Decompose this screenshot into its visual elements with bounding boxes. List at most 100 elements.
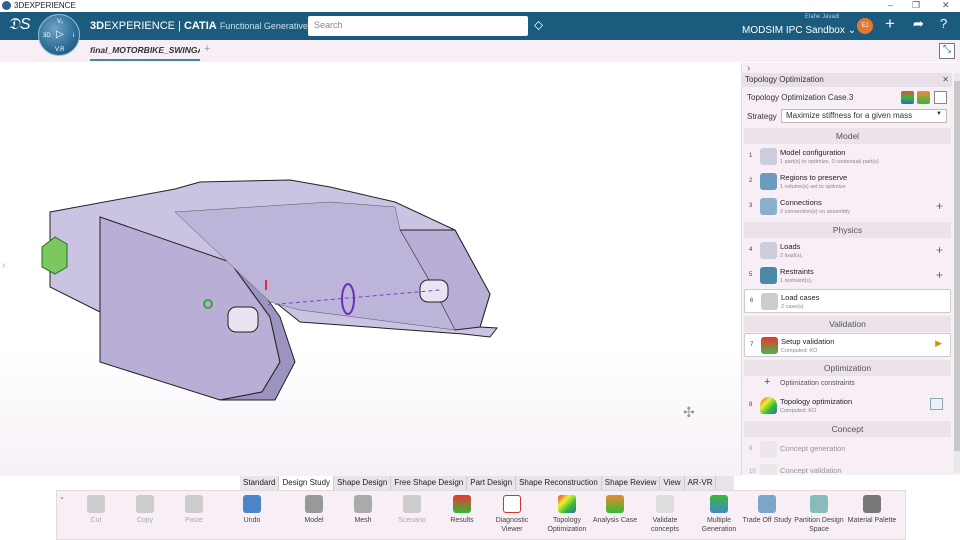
scrollbar-thumb[interactable]: [954, 81, 960, 451]
item-number: 8: [749, 402, 753, 408]
panel-scrollbar[interactable]: [954, 73, 960, 473]
section-model: Model: [744, 128, 951, 144]
results-table-icon[interactable]: [930, 398, 943, 410]
add-icon[interactable]: +: [936, 243, 943, 257]
tab-document[interactable]: final_MOTORBIKE_SWINGA: [90, 45, 200, 61]
list-item[interactable]: 8 Topology optimization Computed: KO: [744, 394, 951, 418]
new-tab-button[interactable]: +: [204, 43, 210, 55]
cut-icon: [87, 495, 105, 513]
add-icon[interactable]: +: [885, 14, 895, 34]
workspace-name: MODSIM IPC Sandbox: [742, 25, 845, 36]
tool-trade-off-study[interactable]: Trade Off Study: [742, 495, 792, 525]
concept-validation-icon: [760, 464, 777, 475]
section-concept: Concept: [744, 421, 951, 437]
list-item[interactable]: 2 Regions to preserve 1 volume(s) set to o…: [744, 170, 951, 194]
user-name: Elahe Javadi: [805, 14, 840, 20]
swingarm-model[interactable]: [0, 62, 741, 476]
app-logo-icon: [2, 1, 11, 10]
toolbar-tab[interactable]: View: [660, 476, 685, 490]
model-icon: [305, 495, 323, 513]
section-optimization: Optimization: [744, 360, 951, 376]
tool-copy[interactable]: Copy: [120, 495, 170, 525]
toolbar-tab[interactable]: Shape Reconstruction: [516, 476, 602, 490]
item-status: 2 connection(s) on assembly: [780, 209, 851, 215]
table-icon[interactable]: [934, 91, 947, 104]
toolbar-tab[interactable]: Standard: [240, 476, 280, 490]
item-number: 5: [749, 272, 753, 278]
optimization-constraints-link[interactable]: Optimization constraints: [780, 380, 855, 387]
list-item[interactable]: 4 Loads 2 load(s), +: [744, 239, 951, 263]
compass-right: i: [73, 33, 75, 39]
tool-undo[interactable]: Undo: [227, 495, 277, 525]
search-input[interactable]: Search: [308, 16, 528, 36]
mesh-icon: [354, 495, 372, 513]
item-number: 6: [750, 298, 754, 304]
item-title: Regions to preserve: [780, 173, 848, 182]
tool-material-palette[interactable]: Material Palette: [847, 495, 897, 525]
tool-model[interactable]: Model: [289, 495, 339, 525]
strategy-select[interactable]: Maximize stiffness for a given mass ▼: [781, 109, 947, 123]
tool-mesh[interactable]: Mesh: [338, 495, 388, 525]
toolbar-tab[interactable]: Free Shape Design: [391, 476, 468, 490]
tool-diagnostic-viewer[interactable]: Diagnostic Viewer: [487, 495, 537, 534]
close-panel-icon[interactable]: ✕: [942, 75, 949, 84]
expand-left-icon[interactable]: ›: [2, 260, 5, 271]
compute-icon[interactable]: [901, 91, 914, 104]
list-item[interactable]: 7 Setup validation Computed: KO ▶: [744, 333, 951, 357]
list-item: 9 Concept generation: [744, 438, 951, 462]
close-window-button[interactable]: ✕: [942, 0, 950, 11]
results-icon[interactable]: [917, 91, 930, 104]
toolbar-tab[interactable]: Part Design: [467, 476, 517, 490]
workspace-selector[interactable]: MODSIM IPC Sandbox ⌄: [742, 25, 856, 36]
list-item[interactable]: 3 Connections 2 connection(s) on assembly +: [744, 195, 951, 219]
tool-paste[interactable]: Paste: [169, 495, 219, 525]
collapse-icon[interactable]: ⤡: [939, 43, 955, 59]
3d-viewport[interactable]: › ✣: [0, 62, 741, 476]
add-icon[interactable]: +: [764, 376, 770, 388]
tool-topology-optimization[interactable]: Topology Optimization: [542, 495, 592, 534]
tool-analysis-case[interactable]: Analysis Case: [590, 495, 640, 525]
share-icon[interactable]: ➦: [913, 16, 924, 32]
toolbar-expand-icon[interactable]: ⌄: [59, 493, 65, 501]
toolbar-tab[interactable]: Shape Design: [334, 476, 392, 490]
item-title: Load cases: [781, 293, 820, 302]
item-status: 2 load(s),: [780, 253, 803, 259]
help-icon[interactable]: ?: [940, 16, 947, 31]
window-titlebar: 3DEXPERIENCE – ❐ ✕: [0, 0, 960, 12]
brand-rest: EXPERIENCE |: [104, 20, 184, 32]
partition-design-space-icon: [810, 495, 828, 513]
list-item[interactable]: 6 Load cases 2 case(s): [744, 289, 951, 313]
tool-partition-design-space[interactable]: Partition Design Space: [794, 495, 844, 534]
compass-widget[interactable]: V₂ 3D ▷ i V.R: [38, 14, 80, 56]
tool-validate-concepts[interactable]: Validate concepts: [640, 495, 690, 534]
tag-icon[interactable]: ⬦: [534, 17, 543, 33]
tool-results[interactable]: Results: [437, 495, 487, 525]
item-title: Concept generation: [780, 444, 846, 453]
item-number: 4: [749, 247, 753, 253]
copy-icon: [136, 495, 154, 513]
item-status: 1 part(s) to optimize, 0 contextual part…: [780, 159, 879, 165]
run-icon[interactable]: ▶: [935, 338, 942, 349]
list-item: 10 Concept validation: [744, 461, 951, 475]
results-icon: [453, 495, 471, 513]
chevron-down-icon: ▼: [936, 111, 942, 117]
toolbar-tab[interactable]: AR-VR: [685, 476, 717, 490]
tool-scenario[interactable]: Scenario: [387, 495, 437, 525]
toolbar-tab[interactable]: Design Study: [279, 476, 335, 490]
minimize-button[interactable]: –: [888, 0, 893, 10]
tool-multiple-generation[interactable]: Multiple Generation: [694, 495, 744, 534]
toolbar-tab[interactable]: Shape Review: [602, 476, 661, 490]
item-number: 7: [750, 342, 754, 348]
add-icon[interactable]: +: [936, 199, 943, 213]
tool-label: Copy: [136, 517, 154, 524]
tool-cut[interactable]: Cut: [71, 495, 121, 525]
strategy-label: Strategy: [747, 112, 777, 121]
list-item[interactable]: 5 Restraints 1 restraint(s), +: [744, 264, 951, 288]
add-icon[interactable]: +: [936, 268, 943, 282]
ds-logo-icon[interactable]: 𝔇S: [8, 16, 31, 34]
section-validation: Validation: [744, 316, 951, 332]
avatar[interactable]: EJ: [857, 18, 873, 34]
maximize-button[interactable]: ❐: [912, 0, 920, 11]
list-item[interactable]: 1 Model configuration 1 part(s) to optimiz…: [744, 145, 951, 169]
play-icon[interactable]: ▷: [56, 29, 64, 40]
